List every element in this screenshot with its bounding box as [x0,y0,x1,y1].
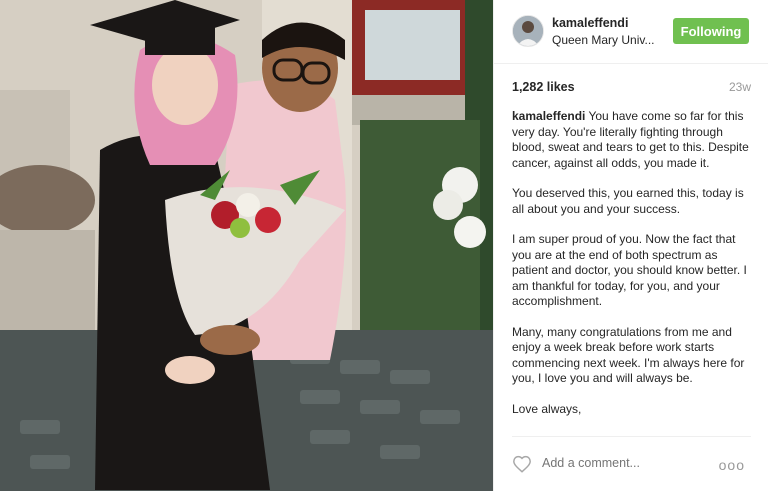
graduation-photo-illustration [0,0,493,491]
post-sidebar: kamaleffendi Queen Mary Univ... Followin… [493,0,768,491]
avatar-photo-icon [513,16,543,46]
comment-bar: ooo [512,436,751,491]
heart-icon[interactable] [512,455,532,473]
caption-paragraph-4: Many, many congratulations from me and e… [512,324,745,386]
comment-input[interactable] [542,456,692,470]
post-age[interactable]: 23w [729,80,751,94]
caption-paragraph-1: kamaleffendi You have come so far for th… [512,109,752,171]
more-options-icon[interactable]: ooo [719,457,745,473]
engagement-row: 1,282 likes 23w [512,80,751,94]
caption-paragraph-3: I am super proud of you. Now the fact th… [512,232,747,308]
likes-count[interactable]: 1,282 likes [512,80,575,94]
caption-username[interactable]: kamaleffendi [512,109,585,123]
instagram-post: kamaleffendi Queen Mary Univ... Followin… [0,0,768,491]
post-header: kamaleffendi Queen Mary Univ... Followin… [494,0,768,64]
avatar[interactable] [512,15,544,47]
caption-paragraph-5: Love always, [512,401,582,416]
following-button[interactable]: Following [673,18,749,44]
caption-paragraph-2: You deserved this, you earned this, toda… [512,186,744,216]
username-link[interactable]: kamaleffendi [552,16,628,30]
location-link[interactable]: Queen Mary Univ... [552,33,654,47]
post-photo[interactable] [0,0,493,491]
caption: kamaleffendi You have come so far for th… [512,109,752,432]
